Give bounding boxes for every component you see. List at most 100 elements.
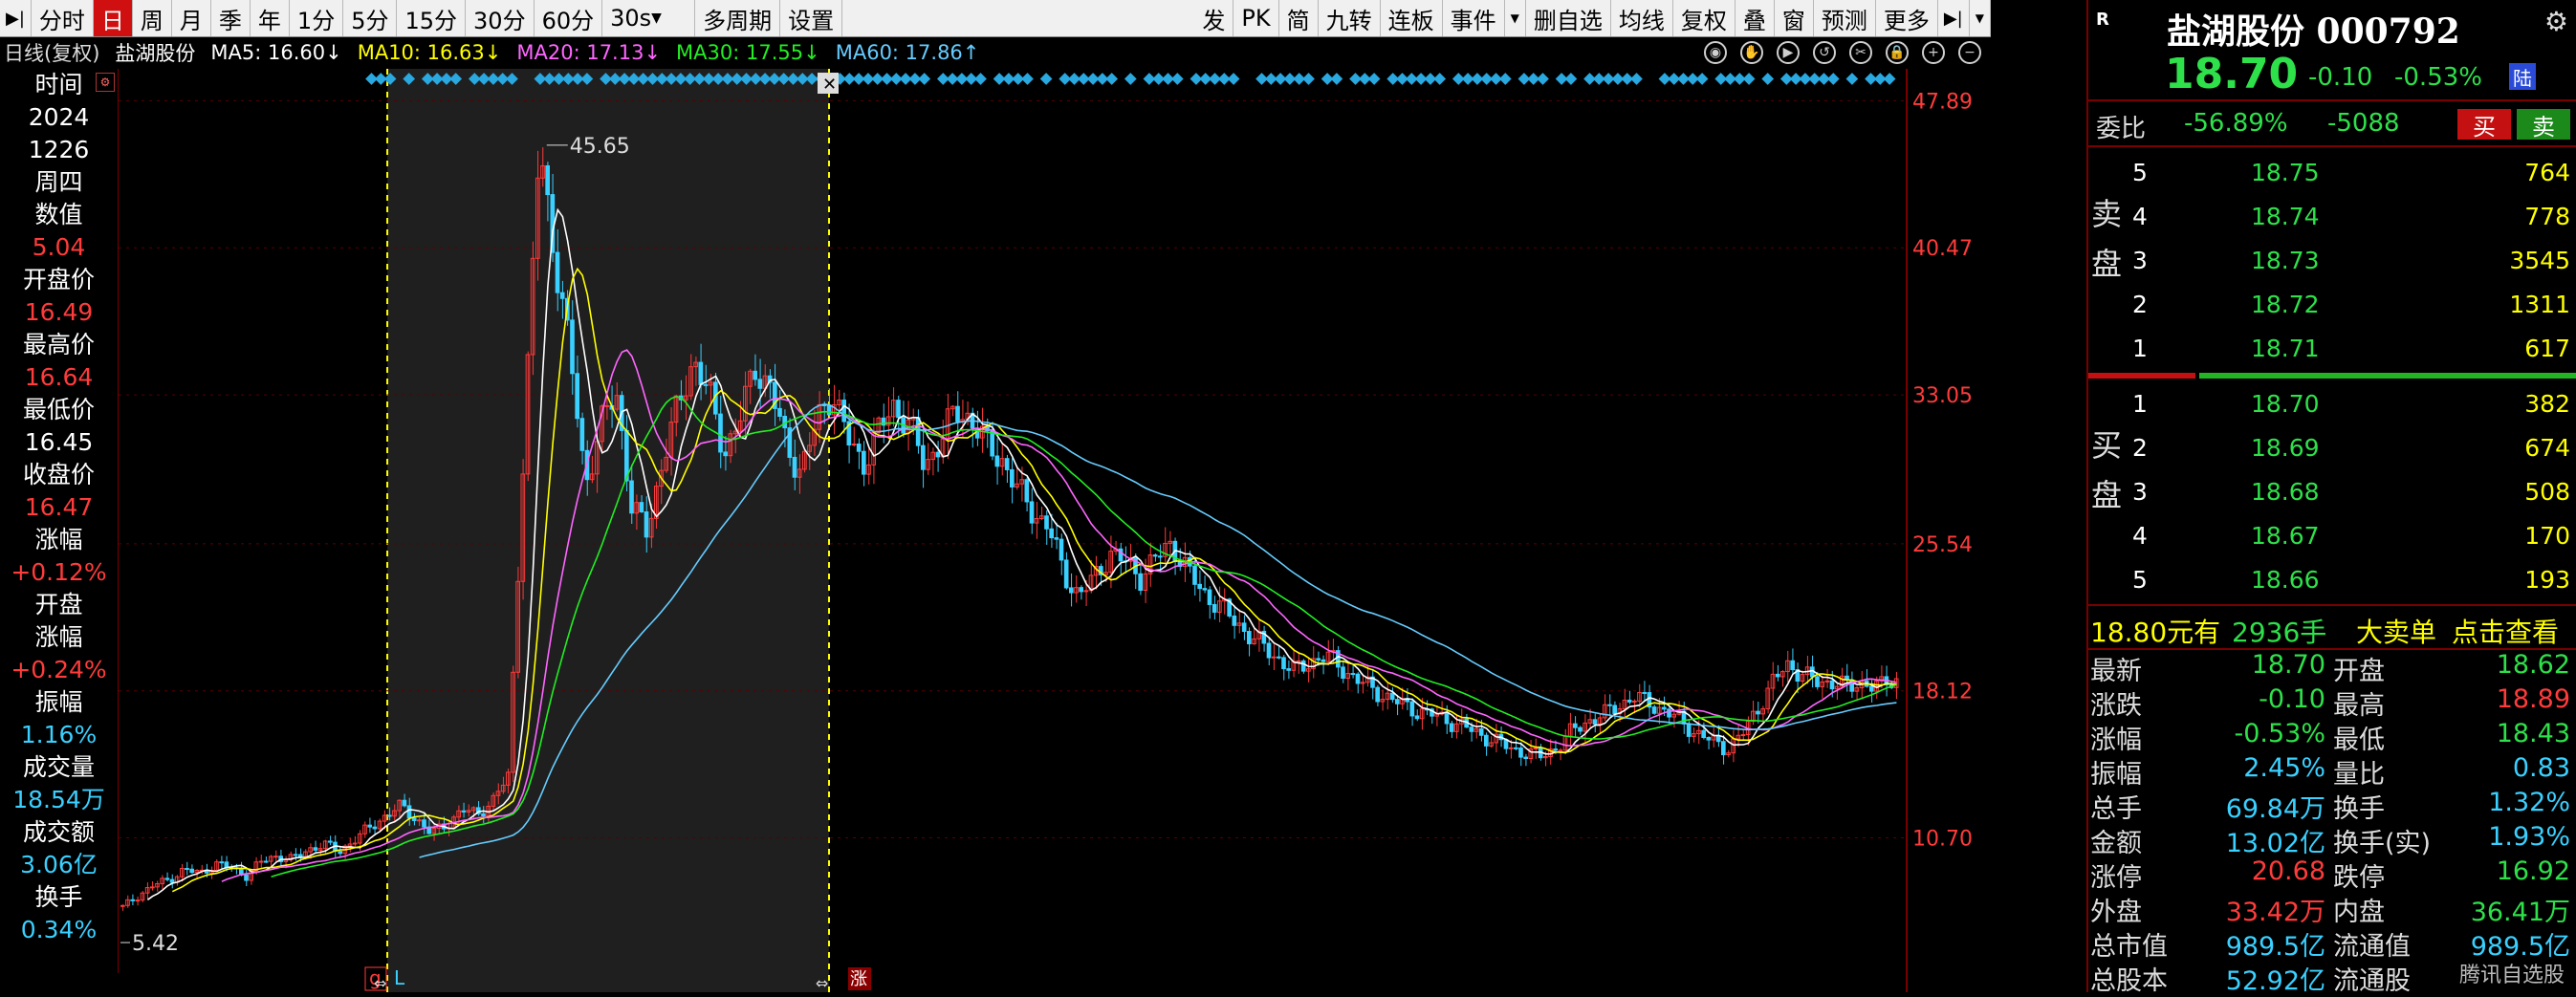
weibi-pct: -56.89%	[2184, 109, 2288, 138]
big-order-action[interactable]: 点击查看	[2452, 612, 2559, 650]
toolbar-right-item-9[interactable]: 叠	[1736, 0, 1775, 36]
info-label-11-0: 换手	[34, 883, 83, 911]
bid-row[interactable]: 5 18.66 193	[2088, 558, 2576, 600]
ask-row[interactable]: 4 18.74 778	[2088, 195, 2576, 237]
candle-body-6	[150, 886, 155, 889]
toolbar-item-1[interactable]: 设置	[780, 0, 843, 36]
ask-row[interactable]: 1 18.71 617	[2088, 327, 2576, 369]
ma-label-2: MA20: 17.13↓	[516, 41, 662, 64]
toolbar-right-item-5[interactable]: 事件	[1443, 0, 1505, 36]
info-value-0-c: 周四	[34, 168, 83, 196]
chart-mode-label[interactable]: 日线(复权)	[4, 38, 99, 67]
toolbar-right-item-4[interactable]: 连板	[1381, 0, 1443, 36]
toolbar-dropdown-icon[interactable]: ▼	[1970, 0, 1991, 36]
event-marker-107	[1367, 73, 1381, 85]
candle-body-92	[575, 373, 580, 420]
candle-body-60	[417, 819, 422, 822]
candle-body-258	[1395, 699, 1400, 704]
toolbar-right-item-8[interactable]: 复权	[1673, 0, 1736, 36]
event-dropdown-icon[interactable]: ▼	[1505, 0, 1526, 36]
event-marker-114	[1433, 73, 1447, 85]
stat-row: 外盘 33.42万 内盘 36.41万	[2088, 891, 2576, 927]
tab-period-1[interactable]: 日	[93, 0, 133, 36]
ratio-red-segment	[2088, 373, 2195, 379]
undo-icon[interactable]: ↺	[1813, 41, 1836, 64]
candle-body-58	[406, 805, 412, 819]
buy-button[interactable]: 买	[2457, 109, 2511, 141]
tab-period-10[interactable]: 60分	[535, 0, 603, 36]
candle-body-243	[1321, 659, 1326, 662]
bid-row[interactable]: 1 18.70 382	[2088, 382, 2576, 424]
toolbar-right-item-7[interactable]: 均线	[1611, 0, 1673, 36]
candle-body-269	[1449, 723, 1454, 732]
toolbar-right-item-3[interactable]: 九转	[1319, 0, 1381, 36]
toolbar-right-item-6[interactable]: 删自选	[1526, 0, 1611, 36]
toolbar-item-0[interactable]: 多周期	[695, 0, 781, 36]
tab-period-8[interactable]: 15分	[397, 0, 467, 36]
bid-row[interactable]: 4 18.67 170	[2088, 514, 2576, 556]
bid-row[interactable]: 3 18.68 508	[2088, 470, 2576, 512]
hand-icon[interactable]: ✋	[1740, 41, 1763, 64]
period-select[interactable]: 30s ▼	[602, 0, 696, 36]
candle-body-250	[1355, 673, 1361, 684]
candle-body-306	[1632, 700, 1637, 703]
candle-body-69	[461, 810, 467, 813]
toolbar-right-item-10[interactable]: 窗	[1775, 0, 1814, 36]
big-order-row[interactable]: 18.80元有 2936手 大卖单 点击查看	[2088, 608, 2576, 648]
candle-body-354	[1869, 685, 1874, 692]
watermark-logo: 腾讯自选股	[2458, 964, 2565, 987]
stat-value: 18.70	[2251, 650, 2325, 680]
eye-icon[interactable]: ◉	[1704, 41, 1727, 64]
candle-body-105	[639, 502, 644, 513]
tab-period-3[interactable]: 月	[172, 0, 211, 36]
event-marker-92	[1227, 73, 1240, 85]
menu-toggle-icon[interactable]: ▶|	[0, 0, 32, 36]
zoom-out-icon[interactable]: −	[1958, 41, 1981, 64]
stat-row: 涨跌 -0.10 最高 18.89	[2088, 684, 2576, 721]
toolbar-right-item-12[interactable]: 更多	[1876, 0, 1938, 36]
candle-body-192	[1069, 587, 1074, 594]
tab-period-0[interactable]: 分时	[32, 0, 94, 36]
toolbar-right-item-0[interactable]: 发	[1194, 0, 1234, 36]
ask-row[interactable]: 5 18.75 764	[2088, 151, 2576, 193]
ask-row[interactable]: 3 18.73 3545	[2088, 239, 2576, 281]
bid-volume: 193	[2524, 566, 2570, 594]
tab-period-5[interactable]: 年	[251, 0, 290, 36]
tab-period-9[interactable]: 30分	[466, 0, 535, 36]
kline-chart[interactable]: 47.89 40.47 33.05 25.54 18.12 10.70 45.65 5.42 ✕…	[119, 69, 1991, 992]
play-icon[interactable]: ▶	[1777, 41, 1800, 64]
lock-icon[interactable]: 🔒	[1886, 41, 1909, 64]
toolbar-right-item-2[interactable]: 简	[1279, 0, 1319, 36]
stat-value: 16.92	[2496, 856, 2570, 886]
candle-body-305	[1626, 699, 1632, 703]
bid-level: 5	[2132, 566, 2148, 594]
info-value-1: 5.04	[32, 233, 86, 261]
bid-volume: 508	[2524, 478, 2570, 506]
tab-period-6[interactable]: 1分	[290, 0, 344, 36]
stat-label: 量比	[2333, 760, 2385, 790]
tab-period-4[interactable]: 季	[211, 0, 251, 36]
info-value-11: 0.34%	[20, 916, 98, 943]
tab-period-2[interactable]: 周	[133, 0, 172, 36]
sell-button[interactable]: 卖	[2517, 109, 2570, 141]
ask-row[interactable]: 2 18.72 1311	[2088, 283, 2576, 325]
ma-indicator-bar: 日线(复权) 盐湖股份 MA5: 16.60↓ MA10: 16.63↓ MA20:…	[0, 36, 1991, 69]
settings-gear-icon[interactable]: ⚙	[2544, 6, 2568, 37]
bid-row[interactable]: 2 18.69 674	[2088, 426, 2576, 468]
tab-period-7[interactable]: 5分	[343, 0, 398, 36]
candle-body-188	[1049, 528, 1054, 539]
ma-label-4: MA60: 17.86↑	[835, 41, 980, 64]
toolbar-right-item-11[interactable]: 预测	[1814, 0, 1876, 36]
info-label-6-0: 涨幅	[34, 526, 83, 553]
stat-value: 33.42万	[2225, 898, 2325, 927]
divider	[2088, 99, 2576, 101]
panel-settings-icon[interactable]: ⚙	[96, 73, 115, 92]
collapse-icon[interactable]: ▶|	[1938, 0, 1970, 36]
scissors-icon[interactable]: ✂	[1849, 41, 1872, 64]
candle-body-146	[841, 400, 846, 423]
toolbar-right-item-1[interactable]: PK	[1233, 0, 1279, 36]
event-marker-72	[1039, 73, 1053, 85]
candle-body-291	[1558, 749, 1563, 752]
bid-price: 18.70	[2251, 390, 2320, 418]
zoom-in-icon[interactable]: +	[1922, 41, 1945, 64]
